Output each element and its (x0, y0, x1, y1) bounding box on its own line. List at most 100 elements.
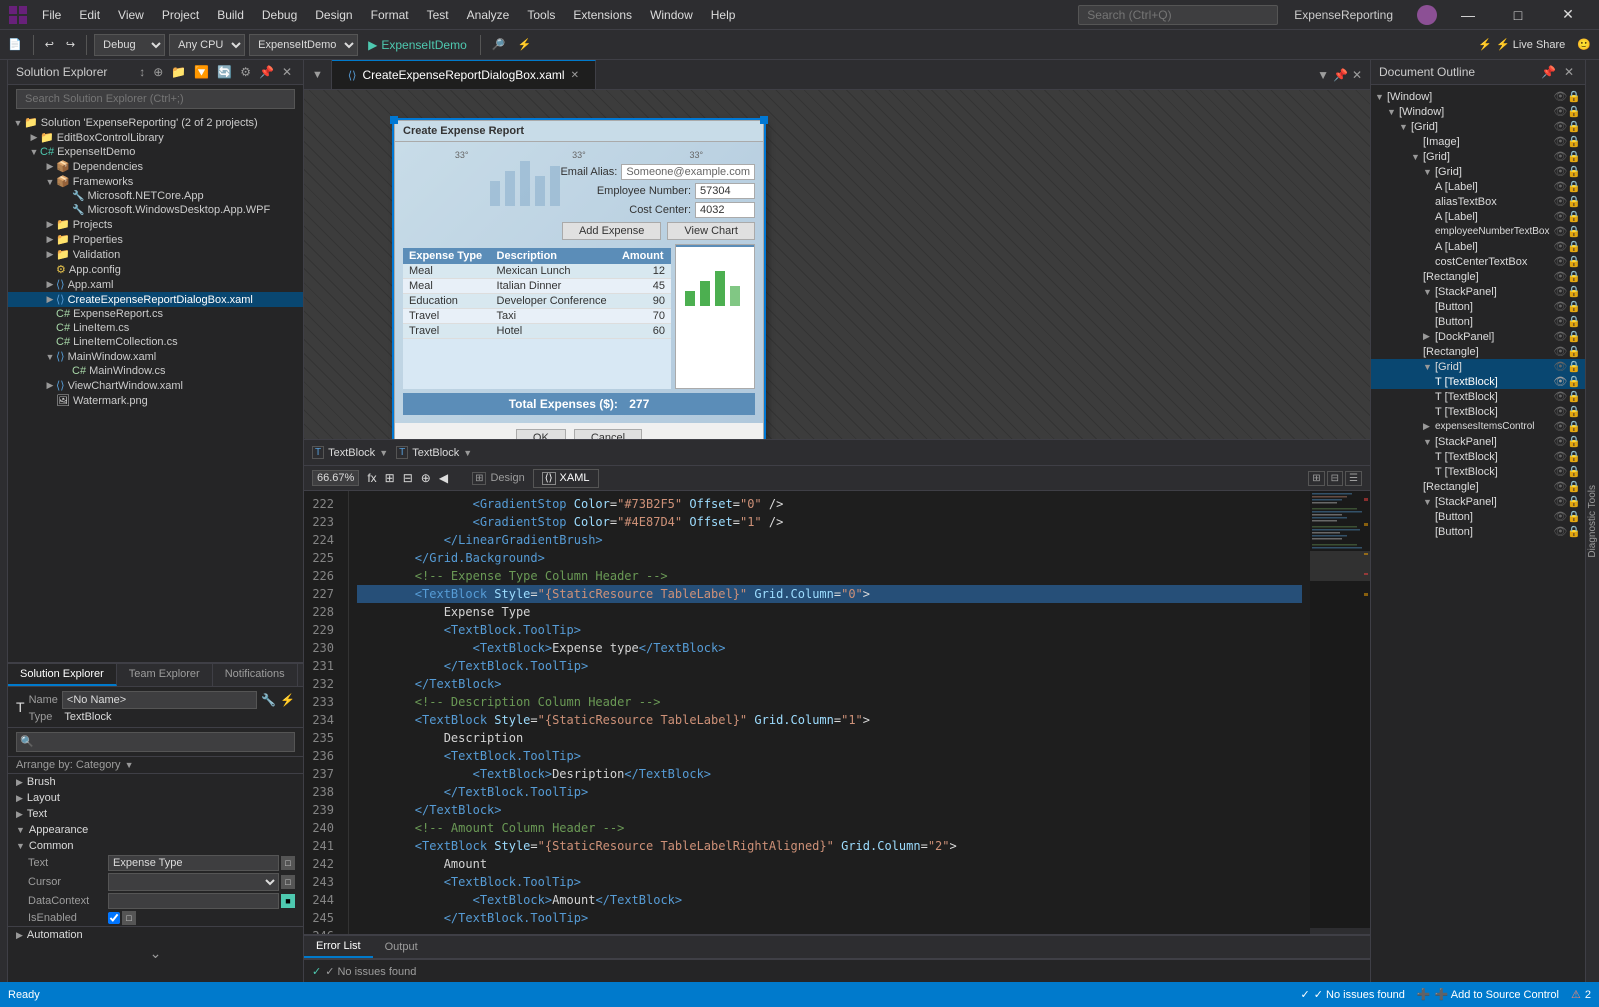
tree-item-mainwindow[interactable]: ▼ ⟨⟩ MainWindow.xaml (8, 349, 303, 364)
tree-item-viewchart[interactable]: ▶ ⟨⟩ ViewChartWindow.xaml (8, 378, 303, 393)
do-item-rect-2[interactable]: [Rectangle] 👁 🔒 (1371, 344, 1585, 359)
menu-test[interactable]: Test (419, 6, 457, 24)
do-item-grid-1[interactable]: ▼ [Grid] 👁 🔒 (1371, 119, 1585, 134)
toolbar-redo[interactable]: ↪ (62, 36, 79, 53)
se-settings-btn[interactable]: ⚙ (237, 63, 254, 81)
zoom-level[interactable]: 66.67% (312, 470, 359, 486)
menu-format[interactable]: Format (363, 6, 417, 24)
menu-view[interactable]: View (110, 6, 152, 24)
do-item-grid-2[interactable]: ▼ [Grid] 👁 🔒 (1371, 149, 1585, 164)
split-horizontal-btn[interactable]: ⊞ (1308, 471, 1324, 486)
tree-item-expenseit[interactable]: ▼ C# ExpenseItDemo (8, 145, 303, 159)
project-dropdown[interactable]: ExpenseItDemo (249, 34, 358, 56)
design-tab-btn[interactable]: ⊞ Design (464, 469, 533, 488)
do-item-aliastextbox[interactable]: aliasTextBox 👁 🔒 (1371, 194, 1585, 209)
toolbar-extra2[interactable]: ⚡ (513, 36, 535, 53)
se-pin-btn[interactable]: 📌 (256, 63, 277, 81)
props-search-input[interactable] (16, 732, 295, 752)
do-item-stackpanel-2[interactable]: ▼ [StackPanel] 👁 🔒 (1371, 434, 1585, 449)
name-event-btn[interactable]: ⚡ (280, 693, 295, 707)
text-prop-btn[interactable]: □ (281, 856, 295, 870)
ie-prop-checkbox[interactable] (108, 912, 120, 924)
cursor-prop-btn[interactable]: □ (281, 875, 295, 889)
category-automation[interactable]: ▶ Automation (8, 926, 303, 943)
tree-item-properties[interactable]: ▶ 📁 Properties (8, 232, 303, 247)
do-item-grid-4[interactable]: ▼ [Grid] 👁 🔒 (1371, 359, 1585, 374)
do-item-button-4[interactable]: [Button] 👁 🔒 (1371, 524, 1585, 539)
tree-item-expensereport[interactable]: C# ExpenseReport.cs (8, 307, 303, 321)
editor-tab-createexpense[interactable]: ⟨⟩ CreateExpenseReportDialogBox.xaml ✕ (332, 60, 596, 89)
diagnostic-tools-panel[interactable]: Diagnostic Tools (1585, 60, 1599, 982)
se-search-input[interactable] (16, 89, 295, 109)
do-close-btn[interactable]: ✕ (1561, 63, 1577, 81)
do-item-cc-textbox[interactable]: costCenterTextBox 👁 🔒 (1371, 254, 1585, 269)
do-item-textblock-3[interactable]: T [TextBlock] 👁 🔒 (1371, 404, 1585, 419)
do-item-button-1[interactable]: [Button] 👁 🔒 (1371, 299, 1585, 314)
se-sync-btn[interactable]: ↕ (136, 63, 148, 81)
tab-notifications[interactable]: Notifications (213, 664, 298, 686)
se-close-btn[interactable]: ✕ (279, 63, 295, 81)
layout-btn[interactable]: ⊟ (403, 471, 413, 485)
tree-item-createexpense[interactable]: ▶ ⟨⟩ CreateExpenseReportDialogBox.xaml (8, 292, 303, 307)
menu-build[interactable]: Build (209, 6, 252, 24)
toolbar-new[interactable]: 📄 (4, 36, 26, 53)
ie-prop-btn[interactable]: □ (122, 911, 136, 925)
split-vertical-btn[interactable]: ⊟ (1327, 471, 1343, 486)
tab-close-btn[interactable]: ✕ (571, 70, 579, 81)
do-item-label-a2[interactable]: A [Label] 👁 🔒 (1371, 209, 1585, 224)
code-content[interactable]: <GradientStop Color="#73B2F5" Offset="0"… (349, 491, 1310, 934)
do-item-textblock-2[interactable]: T [TextBlock] 👁 🔒 (1371, 389, 1585, 404)
do-item-stackpanel-1[interactable]: ▼ [StackPanel] 👁 🔒 (1371, 284, 1585, 299)
category-brush[interactable]: ▶ Brush (8, 774, 303, 790)
xaml-tab-btn[interactable]: ⟨⟩ XAML (533, 469, 599, 488)
close-button[interactable]: ✕ (1545, 0, 1591, 30)
do-item-textblock-5[interactable]: T [TextBlock] 👁 🔒 (1371, 464, 1585, 479)
tree-item-lineitemcollection[interactable]: C# LineItemCollection.cs (8, 335, 303, 349)
tree-item-netcore[interactable]: 🔧 Microsoft.NETCore.App (8, 189, 303, 203)
name-settings-btn[interactable]: 🔧 (261, 693, 276, 707)
do-item-expenses-ctrl[interactable]: ▶ expensesItemsControl 👁 🔒 (1371, 419, 1585, 434)
do-item-button-2[interactable]: [Button] 👁 🔒 (1371, 314, 1585, 329)
se-filter-btn[interactable]: 🔽 (191, 63, 212, 81)
element-selector-1[interactable]: T TextBlock ▼ (312, 446, 388, 459)
more-btn[interactable]: ◀ (439, 471, 448, 485)
formula-btn[interactable]: fx (367, 471, 376, 485)
do-item-stackpanel-3[interactable]: ▼ [StackPanel] 👁 🔒 (1371, 494, 1585, 509)
platform-dropdown[interactable]: Any CPU (169, 34, 245, 56)
do-item-grid-3[interactable]: ▼ [Grid] 👁 🔒 (1371, 164, 1585, 179)
menu-debug[interactable]: Debug (254, 6, 305, 24)
tree-item-frameworks[interactable]: ▼ 📦 Frameworks (8, 174, 303, 189)
tree-item-projects[interactable]: ▶ 📁 Projects (8, 217, 303, 232)
do-item-textblock-1[interactable]: T [TextBlock] 👁 🔒 (1371, 374, 1585, 389)
cancel-button[interactable]: Cancel (574, 429, 642, 440)
do-item-employee-textbox[interactable]: employeeNumberTextBox 👁 🔒 (1371, 224, 1585, 239)
category-appearance[interactable]: ▼ Appearance (8, 822, 303, 838)
tree-item-appconfig[interactable]: ⚙ App.config (8, 262, 303, 277)
snap-btn[interactable]: ⊕ (421, 471, 431, 485)
tree-item-lineitem[interactable]: C# LineItem.cs (8, 321, 303, 335)
do-item-label-a3[interactable]: A [Label] 👁 🔒 (1371, 239, 1585, 254)
source-control-status[interactable]: ➕ ➕ Add to Source Control (1417, 988, 1559, 1001)
dc-prop-btn[interactable]: ■ (281, 894, 295, 908)
tab-pin-btn[interactable]: 📌 (1333, 68, 1348, 82)
live-share-button[interactable]: ⚡ ⚡ Live Share (1470, 36, 1573, 53)
menu-analyze[interactable]: Analyze (459, 6, 518, 24)
editor-only-btn[interactable]: ☰ (1345, 471, 1362, 486)
tree-item-editbox[interactable]: ▶ 📁 EditBoxControlLibrary (8, 130, 303, 145)
run-button[interactable]: ▶ ExpenseItDemo (362, 36, 473, 54)
do-item-label-a[interactable]: A [Label] 👁 🔒 (1371, 179, 1585, 194)
do-item-textblock-4[interactable]: T [TextBlock] 👁 🔒 (1371, 449, 1585, 464)
ok-button[interactable]: OK (516, 429, 566, 440)
element-selector-2[interactable]: T TextBlock ▼ (396, 446, 472, 459)
toolbar-undo[interactable]: ↩ (41, 36, 58, 53)
category-layout[interactable]: ▶ Layout (8, 790, 303, 806)
cursor-prop-select[interactable] (108, 873, 279, 891)
se-folder-btn[interactable]: 📁 (168, 63, 189, 81)
do-item-window-root[interactable]: ▼ [Window] 👁 🔒 (1371, 89, 1585, 104)
error-list-tab[interactable]: Error List (304, 936, 373, 958)
tab-team-explorer[interactable]: Team Explorer (117, 664, 213, 686)
text-prop-input[interactable] (108, 855, 279, 871)
tree-item-mainwindowcs[interactable]: C# MainWindow.cs (8, 364, 303, 378)
menu-edit[interactable]: Edit (71, 6, 108, 24)
expand-more[interactable]: ⌄ (8, 943, 303, 964)
